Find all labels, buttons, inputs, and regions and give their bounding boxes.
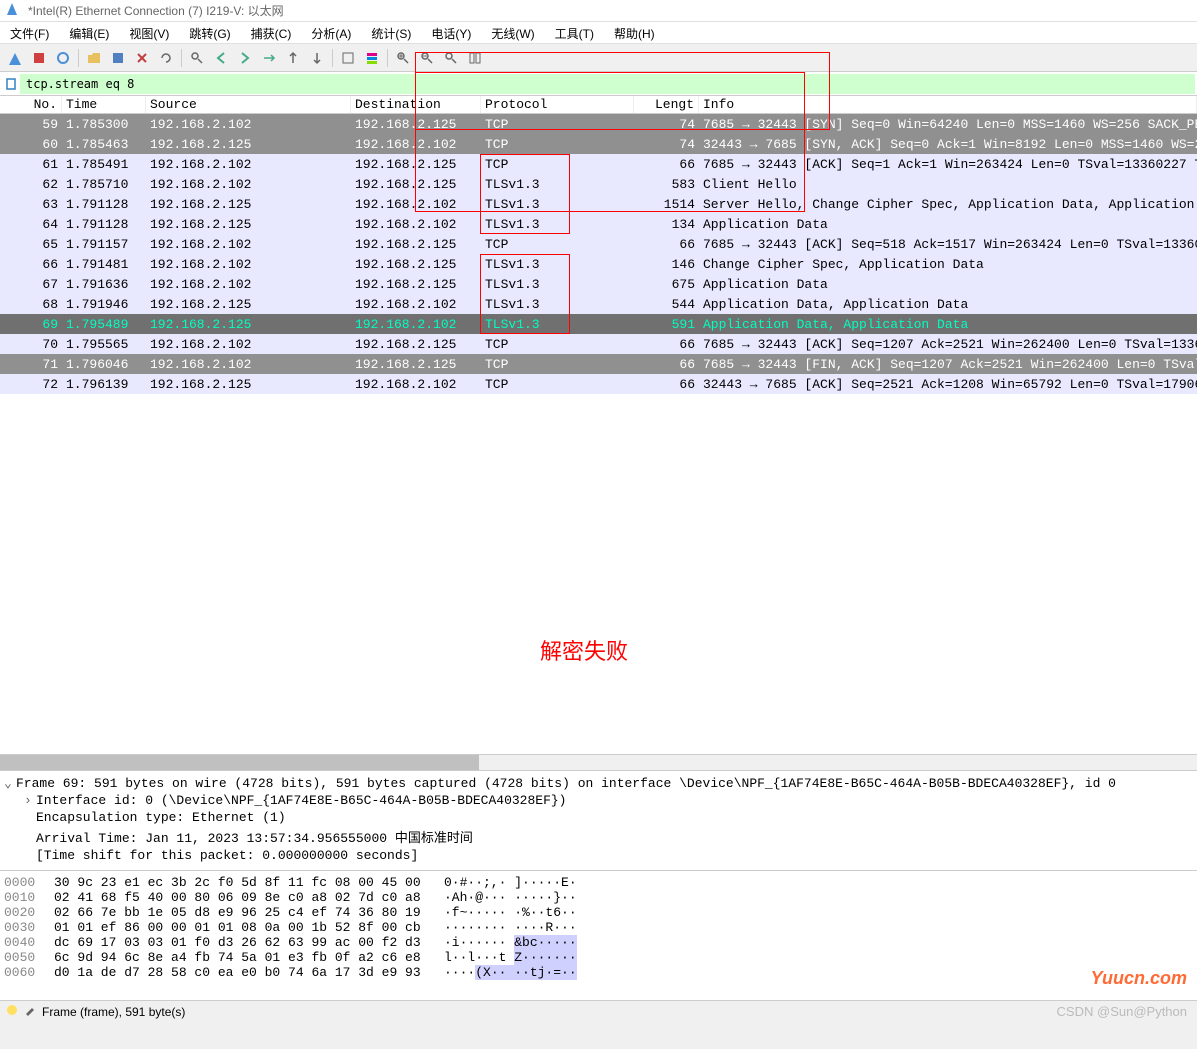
packet-row[interactable]: 681.791946192.168.2.125192.168.2.102TLSv… <box>0 294 1197 314</box>
stop-capture-button[interactable] <box>28 47 50 69</box>
detail-shift: [Time shift for this packet: 0.000000000… <box>4 847 1193 864</box>
menu-item-9[interactable]: 工具(T) <box>545 22 604 43</box>
toolbar <box>0 44 1197 72</box>
col-source[interactable]: Source <box>146 96 351 113</box>
packet-row[interactable]: 711.796046192.168.2.102192.168.2.125TCP6… <box>0 354 1197 374</box>
status-text: Frame (frame), 591 byte(s) <box>42 1005 185 1019</box>
packet-row[interactable]: 601.785463192.168.2.125192.168.2.102TCP7… <box>0 134 1197 154</box>
separator <box>181 49 182 67</box>
packet-row[interactable]: 641.791128192.168.2.125192.168.2.102TLSv… <box>0 214 1197 234</box>
status-indicator-icon <box>6 1004 18 1019</box>
menu-item-1[interactable]: 编辑(E) <box>59 22 119 43</box>
packet-list: No. Time Source Destination Protocol Len… <box>0 96 1197 754</box>
packet-row[interactable]: 671.791636192.168.2.102192.168.2.125TLSv… <box>0 274 1197 294</box>
display-filter-input[interactable] <box>20 74 1195 94</box>
col-destination[interactable]: Destination <box>351 96 481 113</box>
open-button[interactable] <box>83 47 105 69</box>
start-capture-button[interactable] <box>4 47 26 69</box>
restart-capture-button[interactable] <box>52 47 74 69</box>
detail-encap: Encapsulation type: Ethernet (1) <box>4 809 1193 826</box>
menu-item-8[interactable]: 无线(W) <box>481 22 544 43</box>
separator <box>332 49 333 67</box>
packet-row[interactable]: 621.785710192.168.2.102192.168.2.125TLSv… <box>0 174 1197 194</box>
packet-row[interactable]: 701.795565192.168.2.102192.168.2.125TCP6… <box>0 334 1197 354</box>
find-button[interactable] <box>186 47 208 69</box>
menu-bar: 文件(F)编辑(E)视图(V)跳转(G)捕获(C)分析(A)统计(S)电话(Y)… <box>0 22 1197 44</box>
go-to-button[interactable] <box>258 47 280 69</box>
close-button[interactable] <box>131 47 153 69</box>
hex-row[interactable]: 001002 41 68 f5 40 00 80 06 09 8e c0 a8 … <box>4 890 1193 905</box>
status-bar: Frame (frame), 591 byte(s) <box>0 1000 1197 1022</box>
app-icon <box>6 1 22 20</box>
col-time[interactable]: Time <box>62 96 146 113</box>
packet-row[interactable]: 611.785491192.168.2.102192.168.2.125TCP6… <box>0 154 1197 174</box>
packet-row[interactable]: 661.791481192.168.2.102192.168.2.125TLSv… <box>0 254 1197 274</box>
packet-row[interactable]: 651.791157192.168.2.102192.168.2.125TCP6… <box>0 234 1197 254</box>
menu-item-3[interactable]: 跳转(G) <box>179 22 240 43</box>
packet-row[interactable]: 691.795489192.168.2.125192.168.2.102TLSv… <box>0 314 1197 334</box>
packet-row[interactable]: 631.791128192.168.2.125192.168.2.102TLSv… <box>0 194 1197 214</box>
hex-row[interactable]: 0040dc 69 17 03 03 01 f0 d3 26 62 63 99 … <box>4 935 1193 950</box>
auto-scroll-button[interactable] <box>337 47 359 69</box>
hex-row[interactable]: 003001 01 ef 86 00 00 01 01 08 0a 00 1b … <box>4 920 1193 935</box>
reload-button[interactable] <box>155 47 177 69</box>
edit-icon[interactable] <box>24 1004 36 1019</box>
save-button[interactable] <box>107 47 129 69</box>
watermark-csdn: CSDN @Sun@Python <box>1057 1004 1187 1019</box>
horizontal-scrollbar[interactable] <box>0 754 1197 770</box>
col-length[interactable]: Lengt <box>634 96 699 113</box>
go-first-button[interactable] <box>282 47 304 69</box>
colorize-button[interactable] <box>361 47 383 69</box>
detail-arrival: Arrival Time: Jan 11, 2023 13:57:34.9565… <box>4 826 1193 847</box>
separator <box>387 49 388 67</box>
hex-row[interactable]: 000030 9c 23 e1 ec 3b 2c f0 5d 8f 11 fc … <box>4 875 1193 890</box>
packet-row[interactable]: 721.796139192.168.2.125192.168.2.102TCP6… <box>0 374 1197 394</box>
menu-item-2[interactable]: 视图(V) <box>119 22 179 43</box>
hex-row[interactable]: 002002 66 7e bb 1e 05 d8 e9 96 25 c4 ef … <box>4 905 1193 920</box>
annotation-text: 解密失败 <box>540 634 628 666</box>
filter-bar <box>0 72 1197 96</box>
bookmark-icon[interactable] <box>2 75 20 93</box>
menu-item-5[interactable]: 分析(A) <box>301 22 361 43</box>
packet-row[interactable]: 591.785300192.168.2.102192.168.2.125TCP7… <box>0 114 1197 134</box>
col-protocol[interactable]: Protocol <box>481 96 634 113</box>
zoom-out-button[interactable] <box>416 47 438 69</box>
menu-item-6[interactable]: 统计(S) <box>361 22 421 43</box>
menu-item-4[interactable]: 捕获(C) <box>241 22 302 43</box>
go-last-button[interactable] <box>306 47 328 69</box>
resize-columns-button[interactable] <box>464 47 486 69</box>
separator <box>78 49 79 67</box>
menu-item-7[interactable]: 电话(Y) <box>421 22 481 43</box>
go-prev-button[interactable] <box>210 47 232 69</box>
hex-view[interactable]: 000030 9c 23 e1 ec 3b 2c f0 5d 8f 11 fc … <box>0 870 1197 1000</box>
window-title: *Intel(R) Ethernet Connection (7) I219-V… <box>28 2 284 19</box>
detail-interface: ›Interface id: 0 (\Device\NPF_{1AF74E8E-… <box>4 792 1193 809</box>
zoom-in-button[interactable] <box>392 47 414 69</box>
packet-list-header[interactable]: No. Time Source Destination Protocol Len… <box>0 96 1197 114</box>
zoom-reset-button[interactable] <box>440 47 462 69</box>
title-bar: *Intel(R) Ethernet Connection (7) I219-V… <box>0 0 1197 22</box>
menu-item-10[interactable]: 帮助(H) <box>604 22 665 43</box>
go-next-button[interactable] <box>234 47 256 69</box>
hex-row[interactable]: 00506c 9d 94 6c 8e a4 fb 74 5a 01 e3 fb … <box>4 950 1193 965</box>
col-info[interactable]: Info <box>699 96 1197 113</box>
col-no[interactable]: No. <box>0 96 62 113</box>
hex-row[interactable]: 0060d0 1a de d7 28 58 c0 ea e0 b0 74 6a … <box>4 965 1193 980</box>
menu-item-0[interactable]: 文件(F) <box>0 22 59 43</box>
watermark: Yuucn.com <box>1091 968 1187 989</box>
packet-details[interactable]: ⌄Frame 69: 591 bytes on wire (4728 bits)… <box>0 770 1197 870</box>
detail-frame: ⌄Frame 69: 591 bytes on wire (4728 bits)… <box>4 775 1193 792</box>
